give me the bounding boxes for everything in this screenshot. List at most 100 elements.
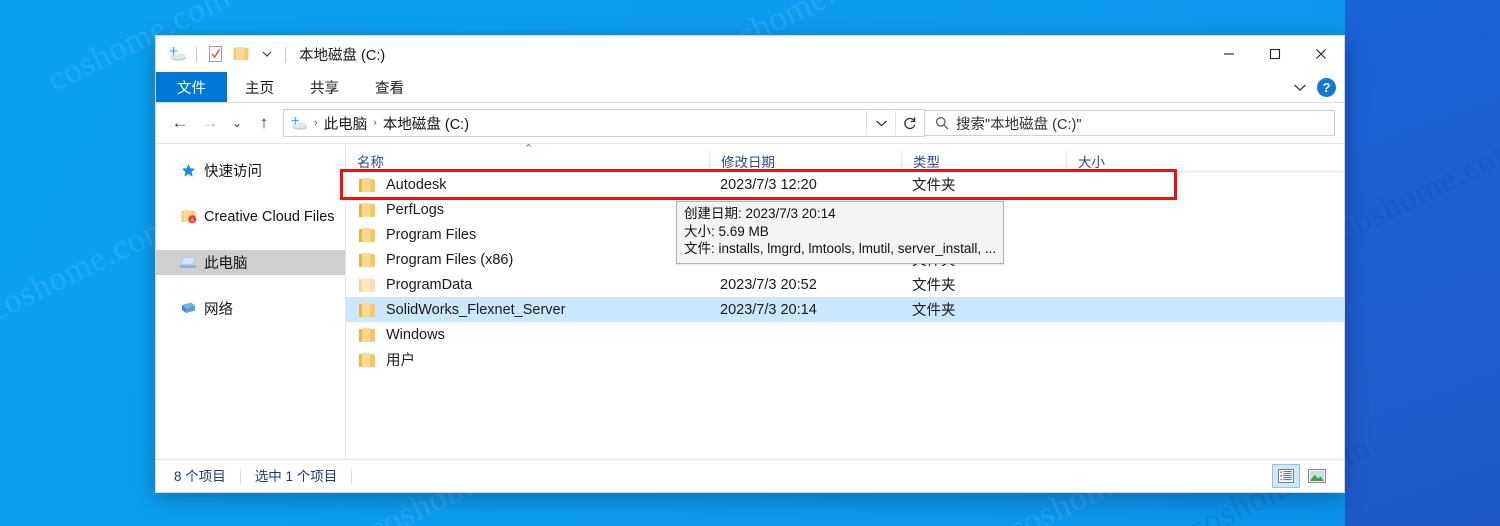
toolbar-divider — [285, 46, 286, 62]
breadcrumb-item-this-pc[interactable]: 此电脑 — [324, 113, 368, 134]
sidebar-label: 快速访问 — [204, 164, 262, 180]
folder-icon — [359, 227, 375, 242]
search-icon — [935, 116, 949, 130]
selected-count-label: 选中 1 个项目 — [255, 468, 353, 484]
search-input[interactable]: 搜索"本地磁盘 (C:)" — [925, 110, 1335, 136]
tab-share[interactable]: 共享 — [292, 72, 357, 102]
title-bar: 本地磁盘 (C:) — [156, 36, 1344, 72]
file-type: 文件夹 — [912, 178, 956, 194]
file-type: 文件夹 — [912, 303, 956, 319]
column-header-size[interactable]: 大小 — [1066, 151, 1186, 171]
file-name: PerfLogs — [386, 201, 445, 218]
tab-file[interactable]: 文件 — [156, 72, 227, 102]
creative-cloud-folder-icon: A — [180, 208, 197, 225]
details-view-button[interactable] — [1272, 464, 1300, 488]
file-name: Windows — [386, 326, 445, 343]
window-controls — [1206, 36, 1344, 72]
address-dropdown-icon[interactable] — [866, 111, 895, 135]
file-rows: Autodesk 2023/7/3 12:20 文件夹 PerfLogs 201… — [340, 169, 1344, 459]
file-name: Program Files — [386, 226, 477, 243]
file-explorer-window: 本地磁盘 (C:) 文件 主页 共享 查看 ? ← → ⌄ ↑ › 此电脑 › … — [155, 35, 1345, 493]
ribbon-right-controls: ? — [1293, 72, 1336, 102]
file-date: 2023/7/3 20:14 — [720, 301, 817, 318]
folder-icon — [359, 352, 375, 367]
column-header-name[interactable]: 名称 ⌃ — [346, 143, 709, 171]
folder-icon — [359, 302, 375, 317]
file-name: 用户 — [386, 353, 415, 369]
toolbar-divider — [196, 46, 197, 62]
view-toggle-group — [1272, 464, 1330, 488]
breadcrumb-drive-icon — [291, 116, 308, 131]
window-body: 快速访问 A Creative Cloud Files 此电脑 网络 名称 ⌃ … — [156, 143, 1344, 459]
drive-icon — [165, 41, 191, 67]
window-title: 本地磁盘 (C:) — [299, 47, 386, 64]
tooltip-files: 文件: installs, lmgrd, lmtools, lmutil, se… — [684, 241, 997, 256]
forward-button: → — [201, 113, 219, 132]
star-icon — [180, 162, 197, 179]
sidebar-item-network[interactable]: 网络 — [156, 296, 345, 321]
back-button[interactable]: ← — [165, 108, 195, 138]
file-name: Program Files (x86) — [386, 251, 514, 268]
breadcrumb-separator: › — [314, 117, 318, 129]
maximize-button[interactable] — [1252, 36, 1298, 72]
navigation-pane: 快速访问 A Creative Cloud Files 此电脑 网络 — [156, 144, 346, 459]
folder-icon — [359, 177, 375, 192]
sidebar-label: 网络 — [204, 302, 233, 318]
chevron-down-icon[interactable] — [1293, 80, 1307, 95]
recent-locations-button[interactable]: ⌄ — [225, 108, 249, 138]
folder-icon — [359, 202, 375, 217]
file-list-pane: 名称 ⌃ 修改日期 类型 大小 Autodesk 2023/7/3 12:20 … — [340, 143, 1344, 459]
table-row-selected[interactable]: SolidWorks_Flexnet_Server 2023/7/3 20:14… — [346, 297, 1344, 322]
table-row[interactable]: 用户 — [346, 347, 1344, 372]
tooltip-created-date: 创建日期: 2023/7/3 20:14 — [684, 206, 836, 221]
column-header-date[interactable]: 修改日期 — [709, 151, 901, 171]
large-icons-view-button[interactable] — [1304, 465, 1330, 487]
folder-icon — [359, 277, 375, 292]
column-label: 名称 — [357, 155, 384, 170]
new-folder-icon[interactable] — [228, 41, 254, 67]
close-button[interactable] — [1298, 36, 1344, 72]
address-box[interactable]: › 此电脑 › 本地磁盘 (C:) — [283, 109, 925, 137]
address-bar-row: ← → ⌄ ↑ › 此电脑 › 本地磁盘 (C:) 搜索"本地磁盘 (C:)" — [156, 103, 1344, 143]
tab-view[interactable]: 查看 — [357, 72, 422, 102]
breadcrumb-item-local-disk[interactable]: 本地磁盘 (C:) — [383, 113, 469, 134]
ribbon-tab-bar: 文件 主页 共享 查看 ? — [156, 72, 1344, 103]
file-name: Autodesk — [386, 176, 447, 193]
folder-icon — [359, 327, 375, 342]
sidebar-item-quick-access[interactable]: 快速访问 — [156, 158, 345, 183]
sidebar-item-creative-cloud-files[interactable]: A Creative Cloud Files — [156, 204, 345, 229]
table-row[interactable]: Autodesk 2023/7/3 12:20 文件夹 — [346, 172, 1344, 197]
breadcrumb-separator: › — [373, 117, 377, 129]
help-icon[interactable]: ? — [1317, 77, 1336, 97]
svg-text:A: A — [190, 217, 194, 223]
item-count-label: 8 个项目 — [174, 468, 241, 484]
up-button[interactable]: ↑ — [249, 108, 279, 138]
file-name: SolidWorks_Flexnet_Server — [386, 301, 566, 318]
search-placeholder: 搜索"本地磁盘 (C:)" — [956, 116, 1082, 133]
folder-icon — [359, 252, 375, 267]
file-date: 2023/7/3 12:20 — [720, 176, 817, 193]
tooltip-size: 大小: 5.69 MB — [684, 223, 769, 239]
table-row[interactable]: Windows — [346, 322, 1344, 347]
column-header-type[interactable]: 类型 — [901, 151, 1066, 171]
refresh-icon[interactable] — [895, 111, 924, 135]
sidebar-item-this-pc[interactable]: 此电脑 — [156, 250, 345, 275]
file-type: 文件夹 — [912, 278, 956, 294]
breadcrumb: › 此电脑 › 本地磁盘 (C:) — [284, 113, 866, 134]
sidebar-label: Creative Cloud Files — [204, 208, 335, 225]
quick-access-toolbar: 本地磁盘 (C:) — [156, 36, 385, 72]
tab-home[interactable]: 主页 — [227, 72, 292, 102]
properties-check-icon[interactable] — [202, 41, 228, 67]
minimize-button[interactable] — [1206, 36, 1252, 72]
file-date: 2023/7/3 20:52 — [720, 276, 817, 293]
this-pc-icon — [180, 254, 197, 271]
sort-ascending-icon: ⌃ — [524, 143, 534, 155]
qat-dropdown-icon[interactable] — [254, 41, 280, 67]
sidebar-label: 此电脑 — [204, 256, 248, 272]
network-icon — [180, 300, 197, 317]
column-header-row: 名称 ⌃ 修改日期 类型 大小 — [346, 143, 1344, 172]
file-name: ProgramData — [386, 276, 473, 293]
file-tooltip: 创建日期: 2023/7/3 20:14 大小: 5.69 MB 文件: ins… — [676, 201, 1005, 264]
status-bar: 8 个项目 选中 1 个项目 — [156, 459, 1344, 492]
table-row[interactable]: ProgramData 2023/7/3 20:52 文件夹 — [346, 272, 1344, 297]
